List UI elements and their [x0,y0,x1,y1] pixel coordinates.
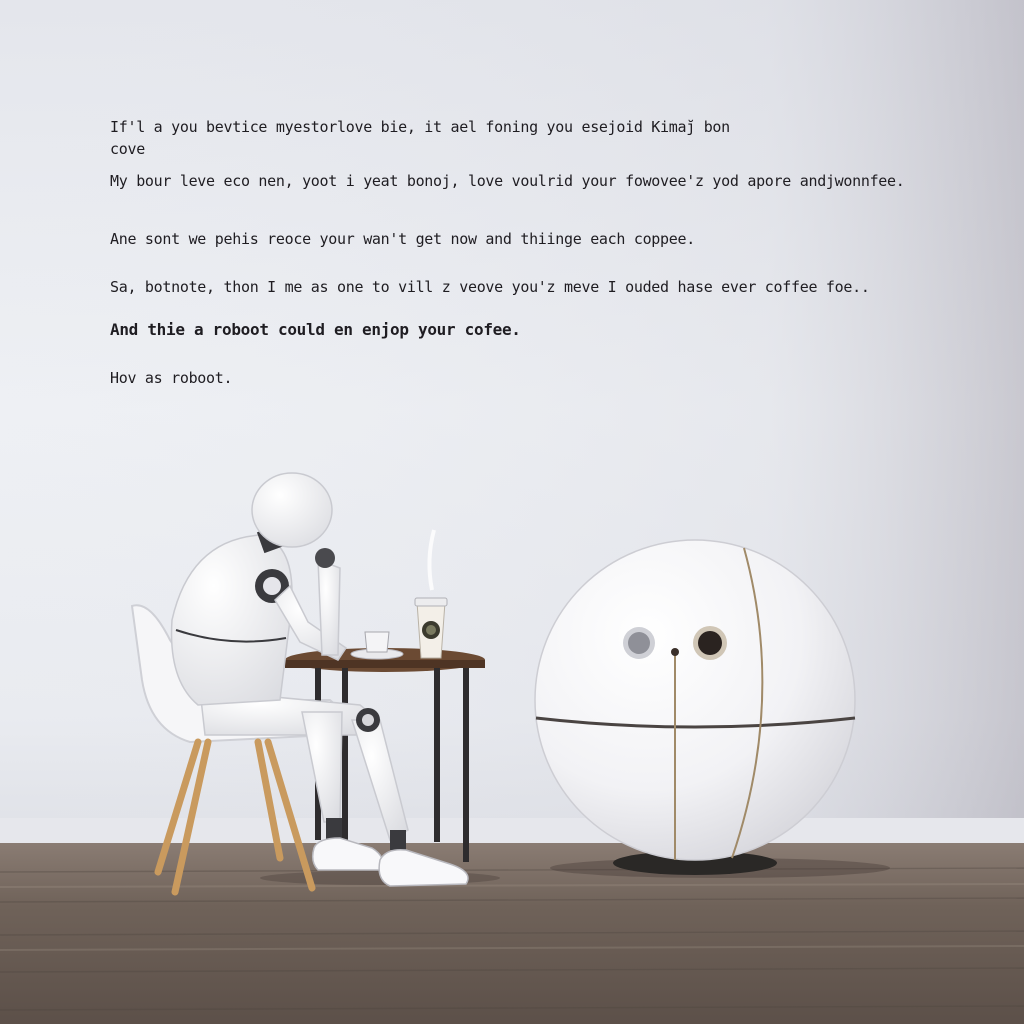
caption-line-3: My bour leve eco nen, yoot i yeat bonoj,… [110,172,905,190]
coffee-cup-with-saucer [350,631,404,660]
caption-line-7: Hov as roboot. [110,369,233,387]
caption-line-6: And thie a roboot could en enjop your co… [110,320,521,339]
caption-block: If'l a you bevtice myestorlove bie, it a… [110,118,990,387]
caption-line-5: Sa, botnote, thon I me as one to vill z … [110,278,870,296]
caption-line-4: Ane sont we pehis reoce your wan't get n… [110,230,695,248]
sphere-robot [534,539,856,875]
scene: If'l a you bevtice myestorlove bie, it a… [0,0,1024,1024]
caption-line-2: cove [110,140,145,158]
caption-line-1: If'l a you bevtice myestorlove bie, it a… [110,118,730,136]
takeaway-coffee-cup [414,529,448,659]
